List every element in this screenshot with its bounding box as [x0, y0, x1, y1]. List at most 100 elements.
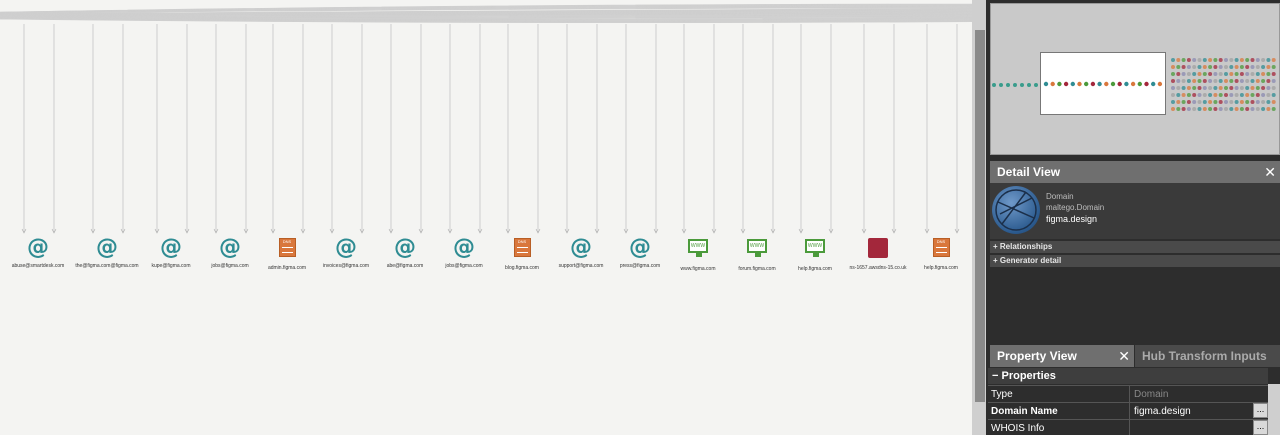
email-icon: @	[219, 235, 241, 260]
overview-dot	[1171, 86, 1175, 90]
property-row-whois-info[interactable]: WHOIS Info	[988, 419, 1268, 435]
email-icon: @	[335, 235, 357, 260]
overview-dot	[1208, 100, 1213, 104]
dns-name-icon: DNS	[278, 238, 296, 257]
overview-dot	[1192, 72, 1197, 76]
overview-dot	[1213, 65, 1218, 69]
entity-node[interactable]: DNS help.figma.com	[906, 236, 972, 271]
dns-name-icon-wrap: DNS	[929, 238, 953, 262]
overview-dot	[1202, 65, 1207, 69]
overview-dot	[1181, 93, 1186, 97]
graph-canvas[interactable]: @ abuse@smartdesk.com @ the@figma.com@figma…	[0, 0, 972, 435]
overview-dot	[1271, 86, 1276, 90]
nameserver-icon-wrap	[866, 238, 890, 262]
overview-dot	[1245, 58, 1250, 62]
overview-dot	[1192, 65, 1197, 69]
dns-name-icon: DNS	[932, 238, 950, 257]
entity-node[interactable]: WWW help.figma.com	[780, 236, 850, 272]
overview-dot	[1250, 107, 1255, 111]
overview-dot	[1084, 81, 1089, 87]
edit-domain-name-button[interactable]: ...	[1253, 403, 1268, 418]
graph-scrollbar-thumb[interactable]	[975, 30, 985, 402]
overview-dot	[1171, 79, 1175, 83]
overview-dot	[1261, 86, 1266, 90]
overview-dot	[1234, 58, 1239, 62]
overview-dot	[1218, 65, 1223, 69]
properties-header[interactable]: − Properties	[988, 368, 1268, 384]
overview-dot	[1197, 79, 1202, 83]
entity-label: help.figma.com	[798, 266, 832, 272]
entity-class: maltego.Domain	[1046, 203, 1105, 212]
overview-dot	[1117, 81, 1122, 87]
overview-dot	[1239, 79, 1244, 83]
overview-dot	[1213, 107, 1218, 111]
entity-node[interactable]: @ the@figma.com@figma.com	[72, 236, 142, 270]
overview-dot	[1271, 58, 1276, 62]
property-value[interactable]	[1129, 420, 1249, 435]
overview-dot	[1157, 81, 1163, 87]
overview-dot	[1261, 79, 1266, 83]
domain-globe-icon	[992, 186, 1040, 234]
close-icon[interactable]: ✕	[1264, 161, 1276, 183]
overview-dot	[1255, 58, 1260, 62]
overview-dot	[1144, 81, 1149, 87]
overview-dot	[1197, 58, 1202, 62]
overview-dot	[1197, 100, 1202, 104]
overview-dot	[1070, 81, 1075, 87]
detail-view-header: Detail View ✕	[990, 161, 1280, 183]
overview-dot	[1229, 93, 1234, 97]
properties-scrollbar[interactable]	[1268, 384, 1280, 435]
overview-dot	[1224, 58, 1228, 62]
overview-dot	[1137, 81, 1142, 87]
overview-viewport[interactable]	[1040, 52, 1166, 115]
tab-property-view[interactable]: Property View ✕	[990, 345, 1134, 367]
property-row-domain-name[interactable]: Domain Name figma.design	[988, 402, 1268, 420]
overview-dot	[1213, 93, 1218, 97]
property-value[interactable]: figma.design	[1129, 403, 1249, 420]
overview-dot	[1090, 81, 1096, 87]
overview-dot	[1266, 65, 1271, 69]
overview-dot	[1224, 86, 1228, 90]
overview-dot	[1213, 58, 1218, 62]
overview-dot	[1186, 65, 1191, 69]
detail-empty-area	[990, 267, 1280, 341]
overview-dot	[1245, 107, 1250, 111]
overview-dot	[1261, 107, 1266, 111]
overview-dot	[1234, 86, 1239, 90]
overview-dot	[1176, 65, 1181, 69]
generator-detail-section[interactable]: + Generator detail	[990, 255, 1280, 267]
overview-dot	[1202, 58, 1207, 62]
overview-dot	[1266, 100, 1271, 104]
overview-dot	[1245, 65, 1250, 69]
overview-dot	[1255, 107, 1260, 111]
overview-dot	[1229, 58, 1234, 62]
overview-dot	[1050, 81, 1055, 87]
entity-node[interactable]: @ abuse@smartdesk.com	[3, 236, 73, 270]
overview-dot	[1171, 65, 1175, 69]
entity-node[interactable]: ns-1657.awsdns-15.co.uk	[843, 236, 913, 271]
overview-dot	[1186, 86, 1191, 90]
overview-dot	[1234, 79, 1239, 83]
overview-dot	[1224, 65, 1228, 69]
overview-dot	[1043, 81, 1049, 87]
overview-dot	[1110, 81, 1116, 87]
overview-dot	[1261, 65, 1266, 69]
edit-whois-info-button[interactable]: ...	[1253, 420, 1268, 435]
tab-hub-transform-inputs[interactable]: Hub Transform Inputs	[1135, 345, 1280, 367]
overview-dot	[1218, 79, 1223, 83]
close-icon[interactable]: ✕	[1118, 345, 1130, 367]
overview-dot	[1208, 58, 1213, 62]
dns-icon-label: DNS	[282, 239, 292, 244]
globe-lines	[995, 189, 1037, 231]
overview-dot	[1245, 86, 1250, 90]
overview-dot	[1208, 79, 1213, 83]
maltego-window: @ abuse@smartdesk.com @ the@figma.com@figma…	[0, 0, 1280, 435]
overview-dot	[1229, 100, 1234, 104]
overview-dot	[1266, 79, 1271, 83]
overview-dot	[1250, 79, 1255, 83]
overview-dot	[1239, 93, 1244, 97]
overview-dot	[1171, 93, 1175, 97]
overview-dot	[1271, 100, 1276, 104]
relationships-section[interactable]: + Relationships	[990, 241, 1280, 253]
overview-dot	[1255, 93, 1260, 97]
